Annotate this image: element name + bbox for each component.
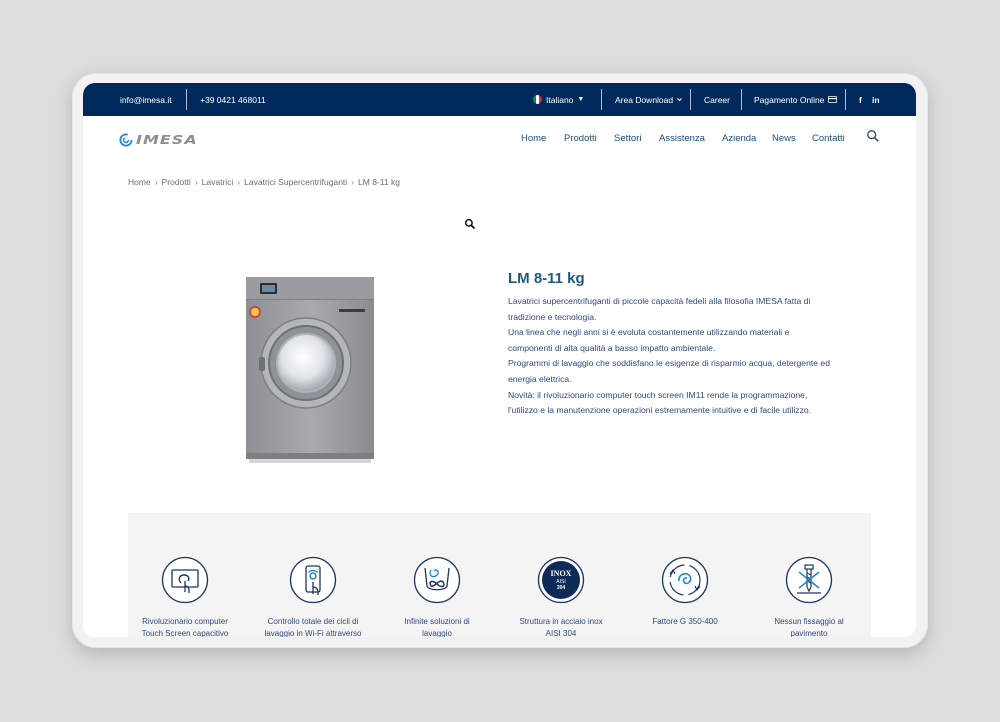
feature-label: lavaggio in Wi-Fi attraverso — [264, 629, 362, 637]
feature-label: Touch Screen capacitivo — [141, 629, 229, 637]
italy-flag-icon — [533, 95, 542, 104]
nav-assistenza[interactable]: Assistenza — [659, 133, 705, 144]
breadcrumb-lavatrici[interactable]: Lavatrici — [202, 177, 234, 187]
career-link[interactable]: Career — [704, 83, 730, 116]
feature-label: Fattore G 350-400 — [652, 617, 718, 626]
payment-label: Pagamento Online — [754, 94, 825, 105]
phone-link[interactable]: +39 0421 468011 — [200, 83, 266, 116]
nav-settori[interactable]: Settori — [614, 133, 641, 144]
imesa-swirl-icon — [119, 132, 133, 147]
credit-card-icon — [828, 96, 838, 103]
breadcrumb-home[interactable]: Home — [128, 177, 151, 187]
description-line: tradizione e tecnologia. — [508, 311, 597, 322]
feature-label: Infinite soluzioni di — [404, 617, 470, 626]
feature-no-fixing: Nessun fissaggio al pavimento — [754, 556, 864, 637]
feature-label: Controllo totale dei cicli di — [267, 617, 359, 626]
wifi-phone-icon — [289, 556, 337, 604]
browser-screen: info@imesa.it +39 0421 468011 Italiano ▼… — [83, 83, 916, 637]
breadcrumb-separator: › — [351, 177, 355, 187]
description-line: Novità: il rivoluzionario computer touch… — [508, 389, 808, 400]
inox-badge-text: INOX — [551, 569, 572, 578]
download-label: Area Download — [615, 94, 674, 105]
inox-badge-icon: INOX AISI 304 — [537, 556, 585, 604]
feature-label: lavaggio — [422, 629, 452, 637]
washing-machine-image[interactable] — [243, 275, 377, 465]
nav-contatti[interactable]: Contatti — [812, 133, 845, 144]
product-description: Lavatrici supercentrifuganti di piccole … — [508, 294, 873, 419]
email-link[interactable]: info@imesa.it — [120, 83, 172, 116]
feature-label: Rivoluzionario computer — [142, 617, 228, 626]
g-factor-icon — [661, 556, 709, 604]
feature-label: pavimento — [790, 629, 828, 637]
feature-label: Nessun fissaggio al — [774, 617, 844, 626]
download-menu[interactable]: Area Download — [615, 83, 683, 116]
caret-down-icon: ▼ — [577, 96, 585, 103]
payment-link[interactable]: Pagamento Online — [754, 83, 838, 116]
nav-news[interactable]: News — [772, 133, 796, 144]
search-icon[interactable] — [866, 129, 880, 143]
logo-text: IMESA — [136, 131, 198, 148]
feature-label: AISI 304 — [545, 629, 577, 637]
description-line: Una linea che negli anni si è evoluta co… — [508, 327, 790, 338]
facebook-icon[interactable]: f — [859, 83, 862, 116]
breadcrumb-supercentrifuganti[interactable]: Lavatrici Supercentrifuganti — [244, 177, 347, 187]
description-line: Programmi di lavaggio che soddisfano le … — [508, 358, 830, 369]
feature-infinite-wash: Infinite soluzioni di lavaggio — [382, 556, 492, 637]
infinite-wash-icon — [413, 556, 461, 604]
language-label: Italiano — [546, 94, 574, 105]
top-bar: info@imesa.it +39 0421 468011 Italiano ▼… — [83, 83, 916, 116]
inox-badge-text: 304 — [557, 585, 566, 591]
chevron-down-icon — [677, 98, 683, 102]
divider — [845, 89, 846, 110]
main-header: IMESA Home Prodotti Settori Assistenza A… — [83, 116, 916, 161]
breadcrumb-separator: › — [194, 177, 198, 187]
features-section: Rivoluzionario computer Touch Screen capa… — [128, 513, 871, 637]
language-selector[interactable]: Italiano ▼ — [533, 83, 584, 116]
breadcrumb-separator: › — [154, 177, 158, 187]
divider — [186, 89, 187, 110]
description-line: Lavatrici supercentrifuganti di piccole … — [508, 296, 811, 306]
breadcrumb-separator: › — [237, 177, 241, 187]
divider — [690, 89, 691, 110]
description-line: componenti di alta qualità a basso impat… — [508, 342, 716, 353]
feature-wifi-control: Controllo totale dei cicli di lavaggio in… — [258, 556, 368, 637]
imesa-logo[interactable]: IMESA — [119, 130, 198, 149]
divider — [741, 89, 742, 110]
product-title: LM 8-11 kg — [508, 270, 585, 287]
divider — [601, 89, 602, 110]
no-fixing-icon — [785, 556, 833, 604]
linkedin-icon[interactable]: in — [872, 83, 880, 116]
feature-inox: INOX AISI 304 Struttura in acciaio inox A… — [506, 556, 616, 637]
description-line: l'utilizzo e la manutenzione operazioni … — [508, 405, 812, 416]
zoom-icon[interactable] — [464, 218, 476, 230]
touch-screen-icon — [161, 556, 209, 604]
nav-azienda[interactable]: Azienda — [722, 133, 756, 144]
feature-touch-screen: Rivoluzionario computer Touch Screen capa… — [130, 556, 240, 637]
breadcrumb: Home › Prodotti › Lavatrici › Lavatrici Superc… — [128, 177, 400, 187]
nav-prodotti[interactable]: Prodotti — [564, 133, 597, 144]
feature-label: Struttura in acciaio inox — [519, 617, 603, 626]
breadcrumb-prodotti[interactable]: Prodotti — [162, 177, 191, 187]
breadcrumb-current: LM 8-11 kg — [358, 177, 400, 187]
description-line: energia elettrica. — [508, 373, 572, 384]
feature-g-factor: Fattore G 350-400 — [630, 556, 740, 628]
nav-home[interactable]: Home — [521, 133, 546, 144]
